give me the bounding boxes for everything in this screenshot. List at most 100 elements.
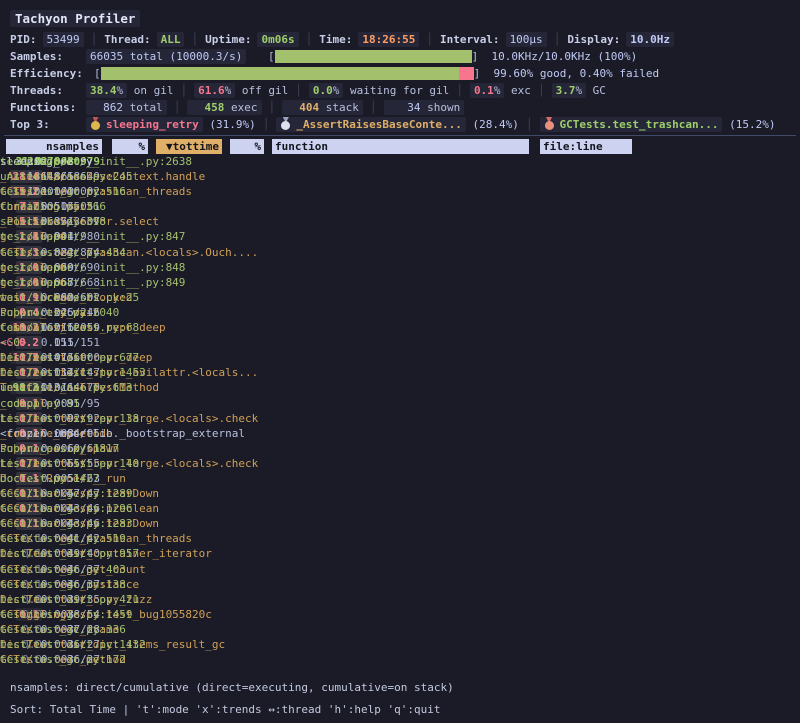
table-row[interactable]: 5051/50517.70.5057.7Condition.waitthread… xyxy=(0,199,800,214)
column-header-nsamples[interactable]: nsamples xyxy=(6,139,102,154)
file-line-cell: test/support/__init__.py:849 xyxy=(0,275,258,290)
table-row[interactable]: 43/460.10.0040.1GCCallbackTests.preclean… xyxy=(0,501,800,516)
table-row[interactable]: 137/1470.20.0140.2DictTest.test_store_ev… xyxy=(0,365,800,380)
file-line-cell: test/test_list.py:140 xyxy=(0,456,258,471)
table-row[interactable]: 10001/1000215.21.00015.2GCTests.test_tra… xyxy=(0,184,800,199)
table-row[interactable]: 60/610.10.0060.1Popen._posix_spawnsubpro… xyxy=(0,441,800,456)
separator: │ xyxy=(91,33,98,46)
top3-line: Top 3:sleeping_retry (31.9%)│_AssertRais… xyxy=(10,116,800,133)
thread-stat-value: 0.0% xyxy=(309,83,344,98)
stat-number: 3.7 xyxy=(556,84,576,97)
percent-sign: % xyxy=(225,84,232,97)
percent-sign: % xyxy=(494,84,501,97)
table-row[interactable]: 36/370.10.0040.1GCTests.test_get_countte… xyxy=(0,562,800,577)
top3-function-name: _AssertRaisesBaseConte... xyxy=(296,118,462,131)
thread-stat-value: 61.6% xyxy=(194,83,235,98)
column-header-pct[interactable]: % xyxy=(112,139,148,154)
top3-function-name: sleeping_retry xyxy=(106,118,199,131)
file-line-cell: test/support/__init__.py:2638 xyxy=(0,154,258,169)
table-row[interactable]: 113/646700.20.01198.3TestCase._callTestM… xyxy=(0,380,800,395)
samples-bar xyxy=(275,50,472,63)
percent-sign: % xyxy=(117,84,124,97)
table-row[interactable]: 690/6901.00.0691.0gc_collecttest/support… xyxy=(0,260,800,275)
interval-label: Interval: xyxy=(440,33,500,46)
function-stat-value: 404 stack xyxy=(282,100,363,115)
table-row[interactable]: 47/470.10.0050.1GCCallbackTests.tearDown… xyxy=(0,486,800,501)
spacer xyxy=(480,67,493,80)
app-title: Tachyon Profiler xyxy=(10,10,140,27)
table-row[interactable]: 26/270.00.0030.0GCTests.test_methodtest/… xyxy=(0,652,800,667)
column-header-tottime-sorted[interactable]: ▼tottime xyxy=(156,139,222,154)
efficiency-gauge: [] 99.60% good, 0.40% failed xyxy=(94,65,659,82)
file-line-cell: test/test_dict.py:1432 xyxy=(0,637,258,652)
table-row[interactable]: 55/550.10.0060.1ListTest.test_repr_large… xyxy=(0,456,800,471)
percent-sign: % xyxy=(333,84,340,97)
column-header-cum-pct[interactable]: % xyxy=(230,139,264,154)
file-line-cell: codeop.py:81 xyxy=(0,396,258,411)
file-line-cell: test/test_gc.py:336 xyxy=(0,622,258,637)
stat-number: 0.0 xyxy=(313,84,333,97)
keybinding-help: Sort: Total Time | 't':mode 'x':trends ↔… xyxy=(10,699,800,721)
stat-word: exc xyxy=(504,84,531,97)
separator: │ xyxy=(370,101,377,114)
table-row[interactable]: 668/6681.00.0671.0gc_collecttest/support… xyxy=(0,275,800,290)
gold-medal-icon xyxy=(90,117,101,130)
column-header-file-line[interactable]: file:line xyxy=(540,139,632,154)
table-row[interactable]: 92/920.10.0090.1ListTest.test_repr_large… xyxy=(0,411,800,426)
table-row[interactable]: 147/69000.20.01510.5DictTest.test_repr_d… xyxy=(0,350,800,365)
separator: │ xyxy=(269,101,276,114)
functions-stats-line: Functions:862 total│458 exec│404 stack│3… xyxy=(10,99,800,116)
file-line-cell: <frozen importlib._bootstrap_external xyxy=(0,426,258,441)
samples-gauge: [] 10.0KHz/10.0KHz (100%) xyxy=(268,48,637,65)
file-line-cell: subprocess.py:1817 xyxy=(0,441,258,456)
time-label: Time: xyxy=(319,33,352,46)
thread-value[interactable]: ALL xyxy=(157,32,185,47)
table-row[interactable]: 151/1510.20.0150.2<GC>~:0 xyxy=(0,335,800,350)
file-line-cell: test/test_gc.py:434 xyxy=(0,245,258,260)
stat-number: 862 xyxy=(90,99,123,116)
table-row[interactable]: 84/950.10.0080.1_compile_bytecode<frozen… xyxy=(0,426,800,441)
efficiency-line: Efficiency:[] 99.60% good, 0.40% failed xyxy=(10,65,800,82)
table-row[interactable]: 3607/36075.50.3615.5_PollLikeSelector.se… xyxy=(0,214,800,229)
table-row[interactable]: 941/9801.40.0941.5gc_collecttest/support… xyxy=(0,229,800,244)
table-row[interactable]: 39/400.10.0040.1DictTest.test_container_… xyxy=(0,546,800,561)
stat-number: 61.6 xyxy=(198,84,225,97)
function-stat-value: 862 total xyxy=(86,100,167,115)
functions-label: Functions: xyxy=(10,99,86,116)
table-row[interactable]: 26/270.00.0030.0DictTest.test_dict_items… xyxy=(0,637,800,652)
table-row[interactable]: 246/2460.40.0250.4Popen._try_waitsubproc… xyxy=(0,305,800,320)
table-row[interactable]: 51/630.10.0050.1DocTestRunner.__rundocte… xyxy=(0,471,800,486)
column-header-function[interactable]: function xyxy=(272,139,529,154)
table-row[interactable]: 43/460.10.0040.1GCCallbackTests.tearDown… xyxy=(0,516,800,531)
stat-word: exec xyxy=(224,101,257,114)
top3-entry[interactable]: _AssertRaisesBaseConte... xyxy=(276,117,466,132)
top3-percent: (28.4%) xyxy=(466,118,519,131)
file-line-cell: test/test_gc.py:1283 xyxy=(0,516,258,531)
table-row[interactable]: 18649/1864928.41.86528.4_AssertRaisesBas… xyxy=(0,169,800,184)
table-row[interactable]: 28/540.00.0030.1GCTogglingTests.test_bug… xyxy=(0,607,800,622)
separator: │ xyxy=(174,101,181,114)
top3-entry[interactable]: GCTests.test_trashcan... xyxy=(540,117,723,132)
table-row[interactable]: 27/280.00.0030.0GCTests.test_frametest/t… xyxy=(0,622,800,637)
table-row[interactable]: 95/950.10.0090.1_compilecodeop.py:81 xyxy=(0,396,800,411)
table-row[interactable]: 20978/2097931.92.09831.9sleeping_retryte… xyxy=(0,154,800,169)
interval-value: 100μs xyxy=(506,32,547,47)
table-row[interactable]: 36/370.10.0040.1GCTests.test_instancetes… xyxy=(0,577,800,592)
file-line-cell: subprocess.py:2040 xyxy=(0,305,258,320)
stat-word: off gil xyxy=(235,84,288,97)
bronze-medal-icon xyxy=(544,117,555,130)
table-row[interactable]: 824/8741.30.0821.3GCTests.test_trashcan.… xyxy=(0,245,800,260)
table-row[interactable]: 41/420.10.0040.1GCTests.test_trashcan_th… xyxy=(0,531,800,546)
file-line-cell: selectors.py:398 xyxy=(0,214,258,229)
separator: │ xyxy=(295,84,302,97)
table-row[interactable]: 162/120590.20.01618.3CommonTest.test_rep… xyxy=(0,320,800,335)
top3-entry[interactable]: sleeping_retry xyxy=(86,117,203,132)
stat-word: shown xyxy=(421,101,461,114)
top3-percent: (31.9%) xyxy=(203,118,256,131)
separator: │ xyxy=(554,33,561,46)
table-row[interactable]: 29/350.00.0030.1DictTest.test_copy_fuzzt… xyxy=(0,592,800,607)
separator: │ xyxy=(191,33,198,46)
file-line-cell: test/lock_tests.py:25 xyxy=(0,290,258,305)
file-line-cell: unittest/case.py:245 xyxy=(0,169,258,184)
table-row[interactable]: 602/6020.90.0600.9wait_threads_blockedte… xyxy=(0,290,800,305)
